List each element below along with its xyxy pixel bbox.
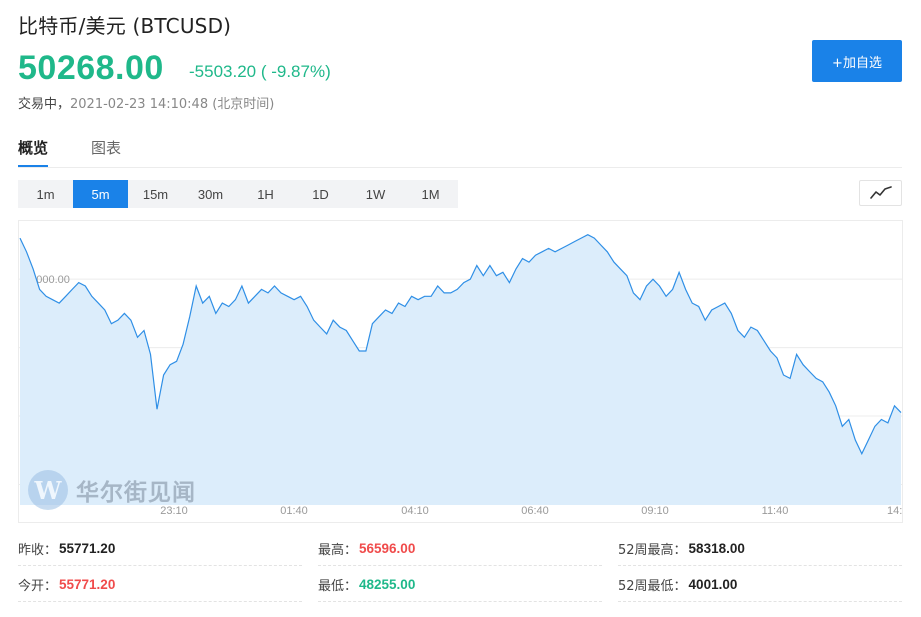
stat-high: 最高：56596.00	[318, 532, 602, 566]
trading-status: 交易中，2021-02-23 14:10:48 (北京时间)	[18, 93, 274, 112]
period-selector: 1m 5m 15m 30m 1H 1D 1W 1M	[18, 180, 458, 208]
stat-52w-low: 52周最低：4001.00	[618, 568, 902, 602]
stat-label: 今开：	[18, 575, 57, 594]
page-title: 比特币/美元 (BTCUSD)	[18, 10, 231, 39]
tab-bar: 概览 图表	[18, 132, 902, 168]
x-tick-label: 14:1	[887, 505, 902, 517]
x-tick-label: 11:40	[762, 505, 789, 517]
tab-overview[interactable]: 概览	[18, 137, 48, 167]
watermark-text: 华尔街见闻	[76, 473, 196, 507]
tab-chart[interactable]: 图表	[91, 137, 121, 167]
watermark: W 华尔街见闻	[28, 470, 196, 510]
price-change: -5503.20 ( -9.87%)	[189, 62, 331, 82]
chart-type-button[interactable]	[859, 180, 902, 206]
period-1w[interactable]: 1W	[348, 180, 403, 208]
period-1h[interactable]: 1H	[238, 180, 293, 208]
stat-label: 52周最高：	[618, 539, 687, 558]
stat-low: 最低：48255.00	[318, 568, 602, 602]
stat-label: 最高：	[318, 539, 357, 558]
x-tick-label: 09:10	[641, 505, 669, 517]
stat-label: 52周最低：	[618, 575, 687, 594]
stat-value: 48255.00	[359, 577, 415, 592]
period-1mo[interactable]: 1M	[403, 180, 458, 208]
stat-prev-close: 昨收：55771.20	[18, 532, 302, 566]
x-tick-label: 04:10	[401, 505, 429, 517]
stat-value: 55771.20	[59, 577, 115, 592]
stat-label: 昨收：	[18, 539, 57, 558]
current-price: 50268.00	[18, 48, 164, 88]
period-5m[interactable]: 5m	[73, 180, 128, 208]
watermark-logo-icon: W	[28, 470, 68, 510]
period-1m[interactable]: 1m	[18, 180, 73, 208]
line-chart-icon	[870, 186, 892, 200]
period-15m[interactable]: 15m	[128, 180, 183, 208]
x-tick-label: 01:40	[280, 505, 308, 517]
x-tick-label: 06:40	[521, 505, 549, 517]
stat-value: 58318.00	[689, 541, 745, 556]
stat-value: 4001.00	[689, 577, 738, 592]
add-to-watchlist-button[interactable]: +加自选	[812, 40, 902, 82]
period-1d[interactable]: 1D	[293, 180, 348, 208]
stats-panel: 昨收：55771.20 最高：56596.00 52周最高：58318.00 今…	[18, 532, 902, 604]
trading-status-label: 交易中，	[18, 97, 70, 112]
stat-value: 55771.20	[59, 541, 115, 556]
stat-open: 今开：55771.20	[18, 568, 302, 602]
stat-value: 56596.00	[359, 541, 415, 556]
stat-label: 最低：	[318, 575, 357, 594]
stat-52w-high: 52周最高：58318.00	[618, 532, 902, 566]
trading-timestamp: 2021-02-23 14:10:48 (北京时间)	[70, 97, 274, 112]
period-30m[interactable]: 30m	[183, 180, 238, 208]
